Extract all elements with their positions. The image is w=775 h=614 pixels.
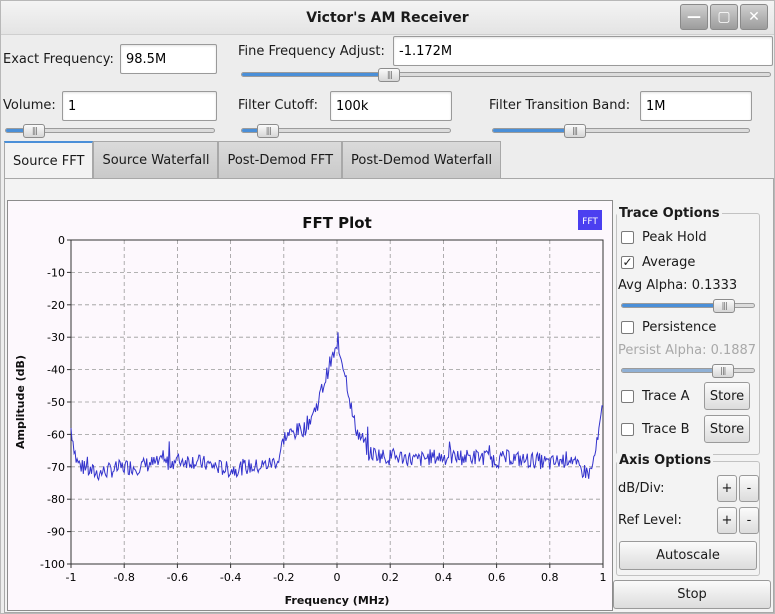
x-tick-label: -0.2: [273, 571, 294, 584]
x-tick-label: -0.4: [220, 571, 241, 584]
chart-title: FFT Plot: [302, 214, 372, 232]
y-tick-label: -80: [47, 493, 65, 506]
y-tick-label: -10: [47, 266, 65, 279]
trace-b-row[interactable]: Trace B: [621, 422, 690, 437]
y-tick-label: -100: [40, 558, 65, 571]
persistence-row[interactable]: Persistence: [621, 320, 716, 335]
minimize-button[interactable]: —: [680, 4, 708, 30]
y-tick-label: -30: [47, 331, 65, 344]
window-controls: — ▢ ✕: [680, 4, 768, 30]
close-button[interactable]: ✕: [740, 4, 768, 30]
x-tick-label: 0: [334, 571, 341, 584]
stop-button[interactable]: Stop: [613, 580, 771, 609]
ref-level-minus-button[interactable]: -: [739, 507, 759, 534]
tab-panel: -1 -0.8 -0.6 -0.4 -0.2 0 0.2 0.4 0.6 0.8 1 0 -10 -20 -…: [4, 178, 774, 613]
trace-a-checkbox[interactable]: [621, 390, 634, 403]
y-axis-label: Amplitude (dB): [14, 355, 27, 449]
axis-options-title: Axis Options: [617, 453, 714, 468]
trace-a-store-button[interactable]: Store: [704, 382, 750, 410]
y-tick-label: -20: [47, 299, 65, 312]
display-tabs: Source FFT Source Waterfall Post-Demod F…: [4, 141, 502, 180]
avg-alpha-readout: Avg Alpha: 0.1333: [618, 278, 737, 293]
tab-source-fft[interactable]: Source FFT: [4, 141, 94, 180]
persist-alpha-value: 0.1887: [710, 343, 757, 358]
persistence-label: Persistence: [642, 320, 717, 335]
y-tick-label: -60: [47, 428, 65, 441]
trace-options-title: Trace Options: [617, 206, 722, 221]
avg-alpha-slider[interactable]: |||: [621, 299, 755, 313]
maximize-button[interactable]: ▢: [710, 4, 738, 30]
avg-alpha-value: 0.1333: [691, 278, 738, 293]
average-row[interactable]: ✓ Average: [621, 255, 695, 270]
tab-post-demod-waterfall[interactable]: Post-Demod Waterfall: [342, 141, 502, 179]
x-tick-label: 0.2: [381, 571, 399, 584]
volume-label: Volume:: [3, 98, 56, 113]
persist-alpha-readout: Persist Alpha: 0.1887: [618, 343, 756, 358]
x-tick-label: -0.8: [113, 571, 134, 584]
y-tick-label: -50: [47, 396, 65, 409]
average-checkbox[interactable]: ✓: [621, 256, 634, 269]
trace-b-label: Trace B: [642, 422, 690, 437]
x-tick-label: -0.6: [167, 571, 188, 584]
fine-frequency-input[interactable]: [393, 36, 773, 66]
window-title: Victor's AM Receiver: [306, 10, 469, 26]
volume-slider[interactable]: |||: [5, 124, 215, 138]
exact-frequency-input[interactable]: [120, 44, 217, 74]
tab-post-demod-fft[interactable]: Post-Demod FFT: [218, 141, 343, 179]
persist-alpha-slider: |||: [621, 364, 755, 378]
transition-band-label: Filter Transition Band:: [489, 98, 631, 113]
filter-cutoff-input[interactable]: [330, 91, 452, 121]
ref-level-plus-button[interactable]: +: [717, 507, 737, 534]
volume-input[interactable]: [62, 91, 217, 121]
avg-alpha-label: Avg Alpha:: [618, 278, 688, 293]
y-tick-label: -70: [47, 461, 65, 474]
y-tick-label: -90: [47, 526, 65, 539]
x-tick-label: -1: [66, 571, 77, 584]
title-bar: Victor's AM Receiver — ▢ ✕: [1, 1, 774, 35]
peak-hold-checkbox[interactable]: [621, 231, 634, 244]
x-tick-label: 1: [600, 571, 607, 584]
transition-band-input[interactable]: [640, 91, 752, 121]
fft-chart: -1 -0.8 -0.6 -0.4 -0.2 0 0.2 0.4 0.6 0.8 1 0 -10 -20 -…: [14, 210, 607, 607]
db-div-minus-button[interactable]: -: [739, 475, 759, 502]
x-tick-label: 0.6: [488, 571, 506, 584]
x-tick-label: 0.4: [435, 571, 453, 584]
fine-frequency-slider[interactable]: |||: [241, 68, 771, 82]
filter-cutoff-slider[interactable]: |||: [241, 124, 451, 138]
exact-frequency-label: Exact Frequency:: [3, 52, 114, 67]
db-div-label: dB/Div:: [618, 481, 665, 496]
legend-label: FFT: [582, 217, 598, 227]
db-div-plus-button[interactable]: +: [717, 475, 737, 502]
y-tick-label: -40: [47, 364, 65, 377]
peak-hold-row[interactable]: Peak Hold: [621, 230, 707, 245]
filter-cutoff-label: Filter Cutoff:: [238, 98, 319, 113]
fine-frequency-label: Fine Frequency Adjust:: [238, 44, 385, 59]
trace-a-row[interactable]: Trace A: [621, 389, 690, 404]
trace-b-checkbox[interactable]: [621, 423, 634, 436]
trace-a-label: Trace A: [642, 389, 690, 404]
average-label: Average: [642, 255, 696, 270]
persist-alpha-label: Persist Alpha:: [618, 343, 707, 358]
fft-plot-frame: -1 -0.8 -0.6 -0.4 -0.2 0 0.2 0.4 0.6 0.8 1 0 -10 -20 -…: [7, 200, 613, 611]
autoscale-button[interactable]: Autoscale: [619, 541, 757, 570]
x-axis-label: Frequency (MHz): [285, 594, 390, 607]
trace-b-store-button[interactable]: Store: [704, 415, 750, 443]
receiver-window: Victor's AM Receiver — ▢ ✕ Exact Frequen…: [0, 0, 775, 614]
transition-band-slider[interactable]: |||: [492, 124, 750, 138]
tab-source-waterfall[interactable]: Source Waterfall: [93, 141, 219, 179]
y-tick-label: 0: [58, 234, 65, 247]
peak-hold-label: Peak Hold: [642, 230, 707, 245]
ref-level-label: Ref Level:: [618, 513, 682, 528]
x-tick-label: 0.8: [541, 571, 559, 584]
persistence-checkbox[interactable]: [621, 321, 634, 334]
